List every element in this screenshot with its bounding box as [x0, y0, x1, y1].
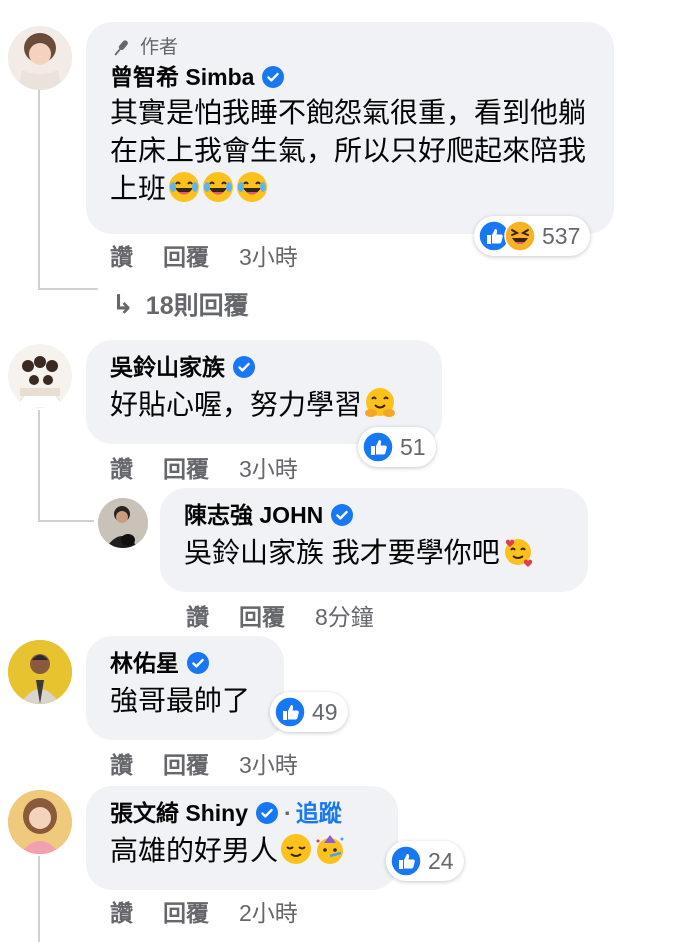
follow-button[interactable]: 追蹤 [296, 798, 342, 828]
laughing-tears-emoji [168, 171, 200, 203]
reply-button[interactable]: 回覆 [163, 746, 209, 780]
like-icon [274, 696, 306, 728]
reply-button[interactable]: 回覆 [163, 450, 209, 484]
author-tag-label: 作者 [140, 37, 179, 58]
like-button[interactable]: 讚 [186, 598, 209, 632]
timestamp[interactable]: 2小時 [239, 894, 298, 928]
more-replies-label: 18則回覆 [145, 292, 249, 320]
like-button[interactable]: 讚 [110, 238, 133, 272]
like-button[interactable]: 讚 [110, 746, 133, 780]
commenter-name[interactable]: 張文綺 Shiny [110, 798, 248, 828]
reaction-summary[interactable]: 24 [386, 841, 464, 881]
commenter-name[interactable]: 吳鈴山家族 [110, 352, 225, 382]
relieved-emoji [280, 833, 312, 865]
reaction-count: 537 [542, 222, 581, 249]
comment-text: 高雄的好男人 [110, 835, 279, 866]
comment-bubble: 作者 曾智希 Simba 其實是怕我睡不飽怨氣很重，看到他躺在床上我會生氣，所以… [86, 22, 614, 234]
reply-button[interactable]: 回覆 [163, 894, 209, 928]
comment-actions: 讚 回覆 2小時 [110, 894, 298, 928]
laughing-tears-emoji [236, 171, 268, 203]
like-icon [390, 845, 422, 877]
verified-badge-icon [262, 66, 285, 88]
hugging-emoji [364, 387, 396, 419]
timestamp[interactable]: 8分鐘 [315, 598, 374, 632]
reply-bubble: 陳志強 JOHN 吳鈴山家族 我才要學你吧 [160, 488, 588, 592]
thread-line-curve [38, 288, 98, 290]
commenter-name[interactable]: 林佑星 [110, 648, 179, 678]
commenter-name[interactable]: 陳志強 JOHN [184, 500, 323, 530]
laughing-tears-emoji [202, 171, 234, 203]
reaction-count: 51 [400, 433, 426, 460]
reaction-count: 49 [312, 698, 338, 725]
avatar[interactable] [8, 790, 72, 854]
reply-arrow-icon: ↳ [112, 288, 134, 319]
comment-text: 好貼心喔，努力學習 [110, 389, 363, 420]
comment-actions: 讚 回覆 8分鐘 [186, 598, 374, 632]
commenter-name[interactable]: 曾智希 Simba [110, 62, 254, 92]
comment-actions: 讚 回覆 3小時 [110, 450, 298, 484]
thread-line [38, 410, 40, 522]
avatar[interactable] [98, 498, 148, 548]
timestamp[interactable]: 3小時 [239, 746, 298, 780]
verified-badge-icon [331, 504, 354, 526]
verified-badge-icon [256, 802, 279, 824]
reaction-summary[interactable]: 537 [474, 216, 591, 256]
verified-badge-icon [233, 356, 255, 378]
avatar[interactable] [8, 344, 72, 408]
smiling-hearts-emoji [502, 535, 534, 567]
comment-bubble: 林佑星 強哥最帥了 [86, 636, 284, 740]
reply-button[interactable]: 回覆 [239, 598, 285, 632]
haha-icon [504, 220, 536, 252]
avatar[interactable] [8, 26, 72, 90]
separator-dot: · [284, 800, 292, 826]
reply-button[interactable]: 回覆 [163, 238, 209, 272]
author-badge: 作者 [110, 36, 596, 60]
reaction-summary[interactable]: 49 [270, 692, 348, 732]
like-button[interactable]: 讚 [110, 894, 133, 928]
like-icon [362, 431, 394, 463]
comment-text: 吳鈴山家族 我才要學你吧 [184, 537, 500, 568]
comment-actions: 讚 回覆 3小時 [110, 746, 298, 780]
timestamp[interactable]: 3小時 [239, 238, 298, 272]
comment-bubble: 張文綺 Shiny · 追蹤 高雄的好男人 [86, 786, 398, 890]
timestamp[interactable]: 3小時 [239, 450, 298, 484]
like-button[interactable]: 讚 [110, 450, 133, 484]
party-face-emoji [314, 833, 346, 865]
view-more-replies[interactable]: ↳ 18則回覆 [112, 286, 249, 322]
comment-text: 強哥最帥了 [110, 685, 251, 716]
microphone-icon [114, 40, 128, 56]
verified-badge-icon [187, 652, 209, 674]
reaction-summary[interactable]: 51 [358, 427, 436, 467]
thread-line [38, 90, 40, 290]
thread-line [38, 856, 40, 942]
avatar[interactable] [8, 640, 72, 704]
thread-line-curve [38, 520, 94, 522]
reaction-count: 24 [428, 847, 454, 874]
comment-actions: 讚 回覆 3小時 [110, 238, 298, 272]
